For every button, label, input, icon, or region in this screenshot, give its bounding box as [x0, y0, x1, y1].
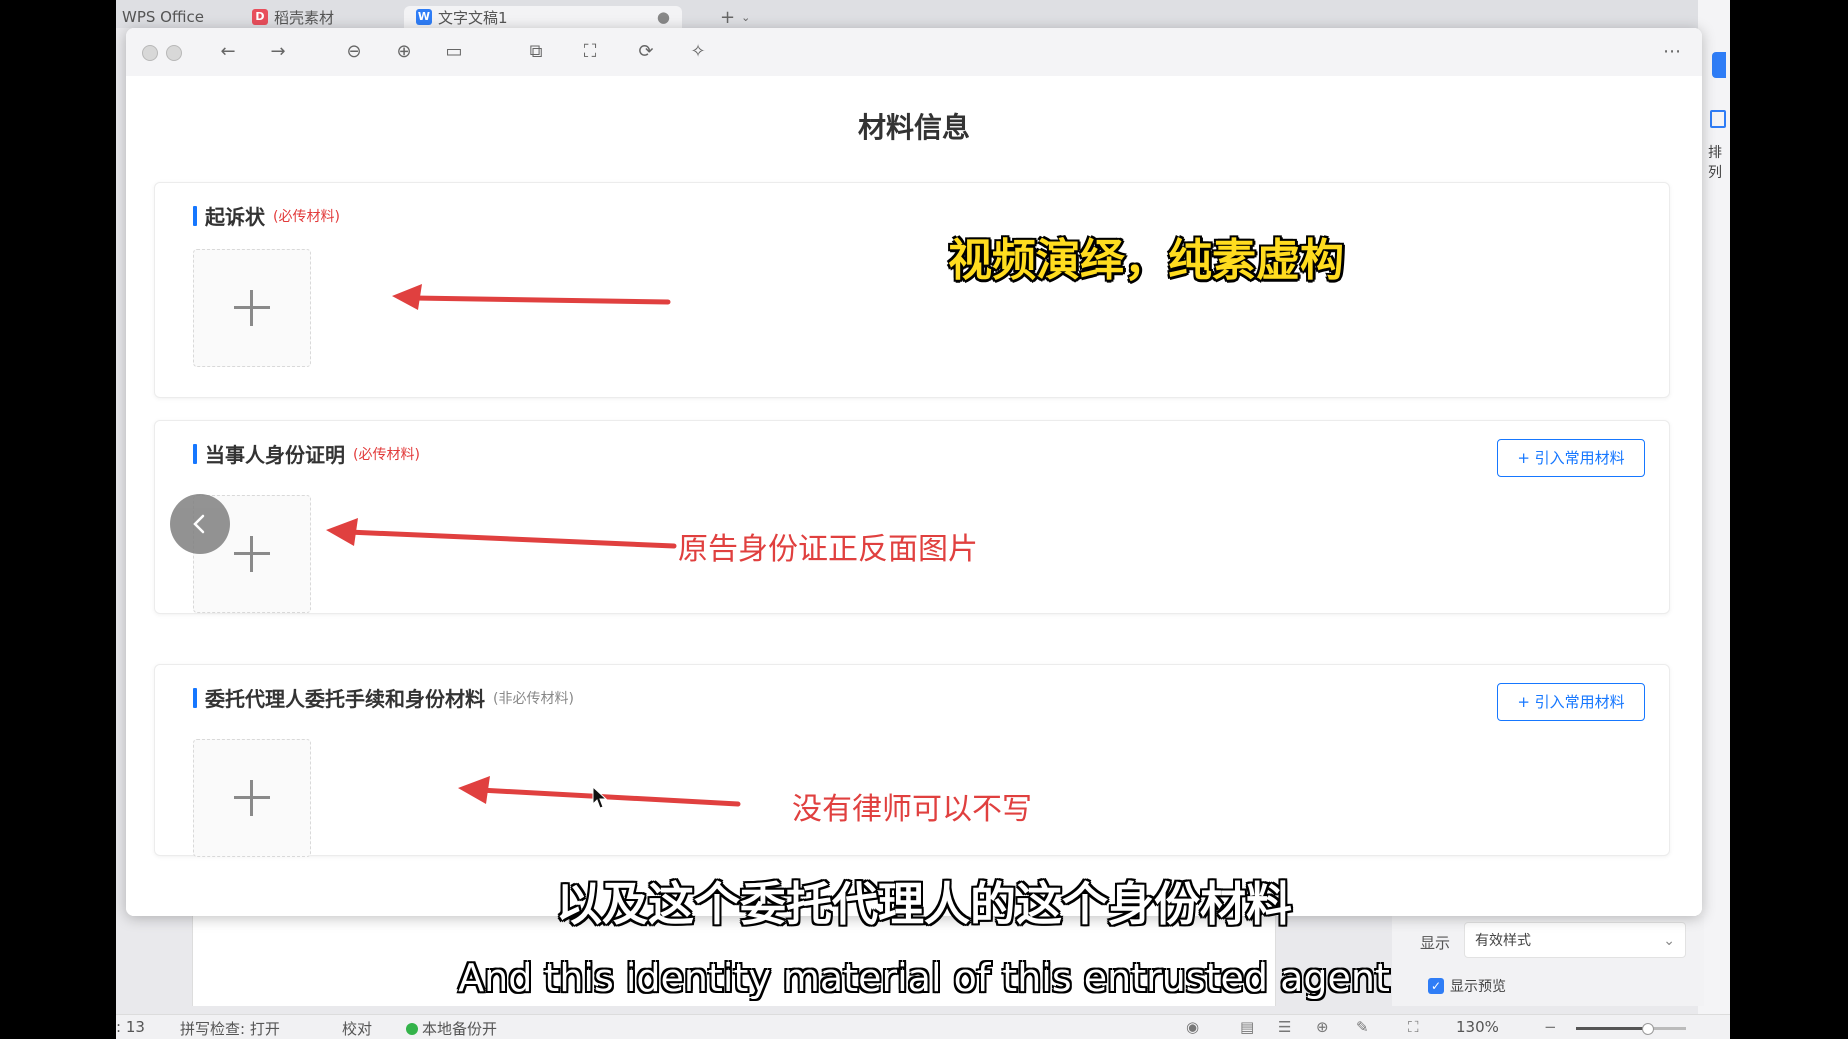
- magic-wand-icon[interactable]: ✧: [686, 40, 710, 64]
- annotation-arrow: [392, 284, 671, 310]
- tab-label: WPS Office: [122, 8, 204, 26]
- back-arrow-icon[interactable]: ←: [216, 40, 240, 64]
- proofread-button[interactable]: 校对: [342, 1018, 372, 1039]
- card-title-text: 当事人身份证明: [205, 443, 345, 467]
- mouse-cursor-icon: [592, 786, 608, 809]
- plus-icon: +: [720, 6, 736, 28]
- zoom-out-icon[interactable]: ⊖: [342, 40, 366, 64]
- status-dot-icon: [406, 1023, 418, 1035]
- chevron-left-icon: [193, 514, 205, 534]
- subtitle-chinese: 以及这个委托代理人的这个身份材料: [556, 877, 1292, 931]
- upload-button[interactable]: [193, 249, 311, 367]
- writer-icon: W: [416, 9, 432, 25]
- viewer-toolbar: ← → ⊖ ⊕ ▭ ⧉ ⛶ ⟳ ✧ ⋯: [126, 28, 1702, 77]
- new-tab-button[interactable]: + ⌄: [720, 6, 750, 28]
- card-title-text: 起诉状: [205, 205, 265, 229]
- fit-screen-icon[interactable]: ⛶: [1408, 1018, 1419, 1036]
- zoom-out-icon[interactable]: −: [1544, 1018, 1557, 1036]
- title-accent-bar: [193, 443, 197, 464]
- viewer-content: 材料信息 起诉状 (必传材料) 当事人身份证明 (必传材料) + 引入常用材料 …: [126, 76, 1702, 916]
- display-select-value: 有效样式: [1475, 933, 1531, 949]
- zoom-in-icon[interactable]: ⊕: [392, 40, 416, 64]
- plus-icon: [250, 536, 253, 572]
- required-tag: (必传材料): [273, 208, 340, 225]
- unsaved-dot-icon: ●: [656, 8, 670, 26]
- docer-icon: D: [252, 9, 268, 25]
- forward-arrow-icon[interactable]: →: [266, 40, 290, 64]
- zoom-slider[interactable]: [1576, 1023, 1686, 1035]
- screen: WPS Office D 稻壳素材 W 文字文稿1 ● + ⌄ 排列 显示 有效…: [116, 0, 1730, 1039]
- annotation-arrow: [326, 518, 677, 549]
- page-title: 材料信息: [857, 111, 970, 144]
- tab-bar: WPS Office D 稻壳素材 W 文字文稿1 ● + ⌄: [116, 0, 1730, 28]
- minimize-window-button[interactable]: [166, 45, 182, 61]
- copy-icon[interactable]: ⧉: [524, 40, 548, 64]
- tab-wps-office[interactable]: WPS Office: [116, 6, 204, 28]
- plus-icon: [250, 780, 253, 816]
- subtitle-english: And this identity material of this entru…: [458, 956, 1390, 1000]
- zoom-level[interactable]: 130%: [1456, 1018, 1499, 1036]
- zoom-slider-handle[interactable]: [1642, 1023, 1654, 1035]
- plus-icon: [250, 290, 253, 326]
- display-label: 显示: [1420, 934, 1451, 952]
- crop-icon[interactable]: ⛶: [578, 40, 602, 64]
- card-title: 当事人身份证明 (必传材料): [193, 439, 420, 468]
- chevron-down-icon: ⌄: [741, 10, 751, 24]
- title-accent-bar: [193, 205, 197, 226]
- web-view-icon[interactable]: ⊕: [1316, 1018, 1329, 1036]
- backup-label: 本地备份开: [422, 1020, 498, 1038]
- close-window-button[interactable]: [142, 45, 158, 61]
- required-tag: (必传材料): [353, 446, 420, 463]
- id-annotation: 原告身份证正反面图片: [678, 532, 978, 567]
- title-accent-bar: [193, 687, 197, 708]
- side-panel-toggle[interactable]: [1712, 52, 1726, 78]
- material-card-complaint: 起诉状 (必传材料): [154, 182, 1670, 398]
- zoom-slider-fill: [1576, 1027, 1646, 1030]
- import-common-material-button[interactable]: + 引入常用材料: [1497, 439, 1645, 477]
- previous-image-button[interactable]: [170, 494, 230, 554]
- card-title: 委托代理人委托手续和身份材料 (非必传材料): [193, 683, 574, 712]
- actual-size-icon[interactable]: ▭: [442, 40, 466, 64]
- card-title-text: 委托代理人委托手续和身份材料: [205, 687, 485, 711]
- page-view-icon[interactable]: ▤: [1240, 1018, 1254, 1036]
- import-common-material-button[interactable]: + 引入常用材料: [1497, 683, 1645, 721]
- outline-view-icon[interactable]: ☰: [1278, 1018, 1291, 1036]
- status-bar: : 13 拼写检查: 打开 校对 本地备份开 ◉ ▤ ☰ ⊕ ✎ ⛶ 130% …: [116, 1014, 1730, 1039]
- more-options-icon[interactable]: ⋯: [1660, 40, 1684, 64]
- agent-annotation: 没有律师可以不写: [792, 792, 1032, 827]
- tab-label: 文字文稿1: [438, 8, 508, 27]
- tab-writer-doc[interactable]: W 文字文稿1 ●: [404, 6, 682, 28]
- watermark-text: 视频演绎，纯素虚构: [948, 235, 1344, 286]
- spell-check-toggle[interactable]: 拼写检查: 打开: [180, 1018, 280, 1039]
- card-title: 起诉状 (必传材料): [193, 201, 340, 230]
- tab-docer[interactable]: D 稻壳素材: [252, 6, 334, 28]
- image-viewer-window: ← → ⊖ ⊕ ▭ ⧉ ⛶ ⟳ ✧ ⋯ 材料信息 起诉状 (必传材料) 当事人身…: [126, 28, 1702, 916]
- arrange-label: 排列: [1708, 145, 1722, 181]
- optional-tag: (非必传材料): [493, 690, 574, 707]
- page-count: : 13: [116, 1018, 145, 1036]
- tab-label: 稻壳素材: [274, 8, 335, 27]
- upload-button[interactable]: [193, 739, 311, 857]
- pen-icon[interactable]: ✎: [1356, 1018, 1369, 1036]
- rotate-icon[interactable]: ⟳: [634, 40, 658, 64]
- local-backup-status[interactable]: 本地备份开: [406, 1018, 497, 1039]
- arrange-icon[interactable]: [1710, 110, 1726, 128]
- eye-icon[interactable]: ◉: [1186, 1018, 1199, 1036]
